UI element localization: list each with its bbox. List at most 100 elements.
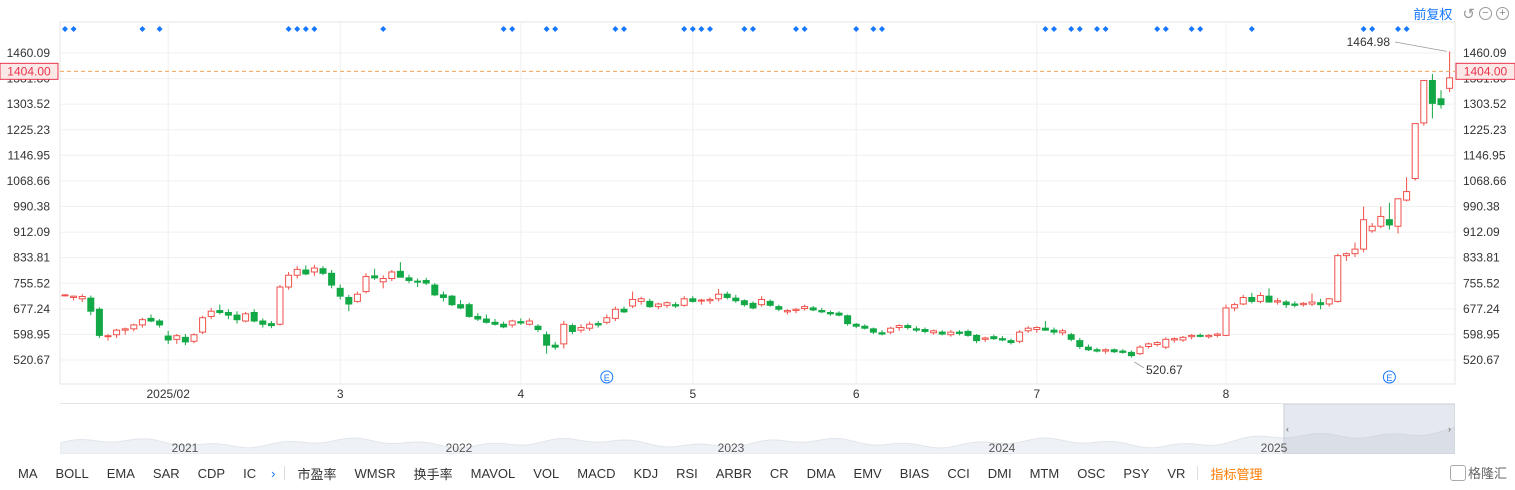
event-marker-icon[interactable] — [621, 26, 627, 32]
candle-body[interactable] — [285, 274, 293, 288]
indicator-item[interactable]: VR — [1158, 466, 1194, 481]
indicator-item[interactable]: MACD — [568, 466, 624, 481]
indicator-cdp[interactable]: CDP — [189, 466, 234, 481]
candle-body[interactable] — [1317, 302, 1325, 306]
event-marker-icon[interactable] — [1094, 26, 1100, 32]
candle-body[interactable] — [758, 298, 766, 306]
event-marker-icon[interactable] — [741, 26, 748, 32]
event-marker-icon[interactable] — [1360, 26, 1367, 32]
candle-body[interactable] — [336, 287, 344, 297]
candle-body[interactable] — [457, 304, 465, 309]
candle-body[interactable] — [783, 310, 791, 313]
candle-body[interactable] — [947, 331, 955, 336]
candle-body[interactable] — [1308, 301, 1316, 305]
candle-body[interactable] — [1024, 327, 1032, 332]
event-marker-icon[interactable] — [689, 26, 696, 32]
candle-body[interactable] — [1342, 253, 1350, 257]
indicator-item[interactable]: CCI — [938, 466, 978, 481]
indicator-item[interactable]: PSY — [1114, 466, 1158, 481]
candle-body[interactable] — [1256, 295, 1264, 302]
candle-body[interactable] — [362, 276, 370, 293]
indicator-boll[interactable]: BOLL — [47, 466, 98, 481]
event-marker-icon[interactable] — [500, 26, 507, 32]
candle-body[interactable] — [706, 298, 714, 302]
candle-body[interactable] — [345, 296, 353, 305]
candle-body[interactable] — [955, 331, 963, 334]
candle-body[interactable] — [422, 279, 430, 284]
navigator-selection[interactable] — [1283, 404, 1455, 454]
candle-body[interactable] — [439, 294, 447, 298]
event-marker-icon[interactable] — [509, 26, 516, 32]
candle-body[interactable] — [887, 327, 895, 333]
candle-body[interactable] — [388, 271, 396, 280]
candle-body[interactable] — [1239, 296, 1247, 305]
event-marker-icon[interactable] — [1395, 26, 1401, 32]
candle-body[interactable] — [1076, 340, 1084, 347]
candlestick-chart[interactable]: 1460.091381.801303.521225.231146.951068.… — [0, 0, 1515, 400]
candle-body[interactable] — [1007, 340, 1015, 344]
indicator-item[interactable]: 换手率 — [405, 464, 462, 483]
candle-body[interactable] — [1170, 338, 1178, 341]
candle-body[interactable] — [586, 323, 594, 329]
candle-body[interactable] — [680, 298, 688, 306]
candle-body[interactable] — [216, 310, 224, 314]
candle-body[interactable] — [869, 328, 877, 333]
indicator-item[interactable]: MTM — [1021, 466, 1069, 481]
event-marker-icon[interactable] — [612, 26, 619, 32]
candle-body[interactable] — [293, 268, 301, 276]
candle-body[interactable] — [990, 336, 998, 340]
event-marker-icon[interactable] — [1188, 26, 1195, 32]
candle-body[interactable] — [1110, 349, 1118, 353]
candle-body[interactable] — [379, 278, 387, 283]
candle-body[interactable] — [1437, 98, 1445, 106]
candle-body[interactable] — [749, 302, 757, 309]
candle-body[interactable] — [1033, 327, 1041, 330]
candle-body[interactable] — [78, 295, 86, 300]
candle-body[interactable] — [1041, 327, 1049, 331]
indicator-sar[interactable]: SAR — [144, 466, 189, 481]
candle-body[interactable] — [594, 323, 602, 326]
candle-body[interactable] — [1205, 334, 1213, 338]
candle-body[interactable] — [508, 320, 516, 326]
indicator-item[interactable]: 市盈率 — [288, 464, 345, 483]
candle-body[interactable] — [818, 310, 826, 313]
candle-body[interactable] — [1084, 346, 1092, 351]
candle-body[interactable] — [1231, 304, 1239, 309]
adjust-button[interactable]: 前复权 — [1413, 4, 1452, 23]
zoom-in-icon[interactable]: + — [1496, 7, 1509, 20]
event-marker-icon[interactable] — [801, 26, 808, 32]
indicator-item[interactable]: DMA — [798, 466, 845, 481]
candle-body[interactable] — [1265, 295, 1273, 303]
candle-body[interactable] — [1102, 349, 1110, 352]
event-marker-icon[interactable] — [1068, 26, 1075, 32]
event-marker-icon[interactable] — [285, 26, 292, 32]
candle-body[interactable] — [1222, 307, 1230, 336]
candle-body[interactable] — [1153, 342, 1161, 346]
event-marker-icon[interactable] — [853, 26, 860, 32]
event-marker-icon[interactable] — [1051, 26, 1057, 32]
candle-body[interactable] — [973, 334, 981, 342]
candle-body[interactable] — [715, 293, 723, 300]
candle-body[interactable] — [1145, 343, 1153, 347]
indicator-ic[interactable]: IC — [234, 466, 265, 481]
candle-body[interactable] — [190, 334, 198, 342]
candle-body[interactable] — [61, 294, 69, 297]
candle-body[interactable] — [835, 312, 843, 316]
candle-body[interactable] — [792, 308, 800, 312]
candle-body[interactable] — [930, 330, 938, 334]
event-marker-icon[interactable] — [1076, 26, 1083, 32]
candle-body[interactable] — [534, 325, 542, 330]
event-marker-icon[interactable] — [294, 26, 301, 32]
candle-body[interactable] — [1325, 298, 1333, 305]
candle-body[interactable] — [1334, 255, 1342, 302]
event-marker-icon[interactable] — [1042, 26, 1049, 32]
event-marker-icon[interactable] — [1197, 26, 1204, 32]
indicator-item[interactable]: CR — [761, 466, 798, 481]
event-marker-icon[interactable] — [302, 26, 309, 32]
indicator-item[interactable]: ARBR — [707, 466, 761, 481]
event-marker-icon[interactable] — [380, 26, 387, 32]
candle-body[interactable] — [181, 336, 189, 343]
candle-body[interactable] — [328, 272, 336, 286]
candle-body[interactable] — [1394, 198, 1402, 227]
indicator-item[interactable]: BIAS — [891, 466, 939, 481]
